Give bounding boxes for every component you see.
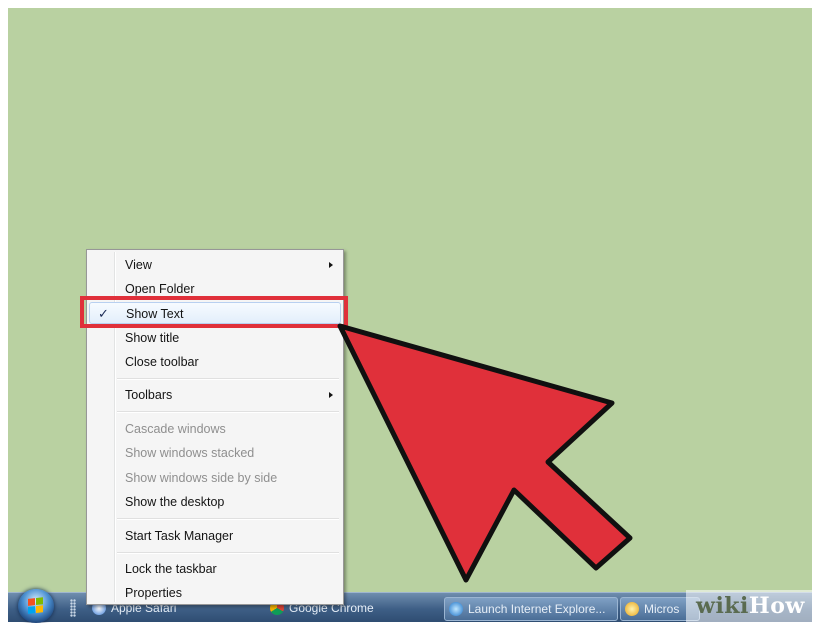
taskbar-button-label: Launch Internet Explore... <box>468 602 606 616</box>
internet-explorer-icon <box>449 602 463 616</box>
wikihow-watermark: wikiHow <box>686 590 812 622</box>
menu-item-label: Close toolbar <box>125 355 199 369</box>
menu-item-label: Lock the taskbar <box>125 562 217 576</box>
menu-item-label: Start Task Manager <box>125 529 234 543</box>
taskbar-button-internet-explorer[interactable]: Launch Internet Explore... <box>444 597 618 621</box>
menu-item-label: Properties <box>125 586 182 600</box>
taskbar-button-label: Micros <box>644 602 680 616</box>
menu-item-view[interactable]: View <box>89 254 341 276</box>
submenu-arrow-icon <box>329 262 333 268</box>
menu-item-label: Show windows side by side <box>125 471 278 485</box>
menu-item-label: Show windows stacked <box>125 446 255 460</box>
windows-logo-icon <box>28 597 44 615</box>
menu-item-start-task-manager[interactable]: Start Task Manager <box>89 525 341 547</box>
menu-separator <box>117 552 339 554</box>
annotation-highlight-box <box>80 296 348 328</box>
menu-item-label: Toolbars <box>125 388 173 402</box>
menu-item-properties[interactable]: Properties <box>89 582 341 604</box>
menu-separator <box>117 411 339 413</box>
start-button[interactable] <box>18 589 54 623</box>
menu-item-cascade-windows: Cascade windows <box>89 418 341 440</box>
watermark-wiki: wiki <box>696 593 749 619</box>
microsoft-icon <box>625 602 639 616</box>
menu-item-show-title[interactable]: Show title <box>89 327 341 349</box>
submenu-arrow-icon <box>329 392 333 398</box>
toolbar-grip-handle[interactable] <box>70 599 76 617</box>
menu-separator <box>117 518 339 520</box>
menu-separator <box>117 378 339 380</box>
menu-item-show-the-desktop[interactable]: Show the desktop <box>89 491 341 513</box>
menu-item-label: View <box>125 258 152 272</box>
menu-item-lock-the-taskbar[interactable]: Lock the taskbar <box>89 558 341 580</box>
menu-item-close-toolbar[interactable]: Close toolbar <box>89 351 341 373</box>
watermark-how: How <box>748 593 805 619</box>
menu-item-label: Cascade windows <box>125 422 226 436</box>
menu-item-show-windows-side-by-side: Show windows side by side <box>89 467 341 489</box>
menu-item-show-windows-stacked: Show windows stacked <box>89 442 341 464</box>
menu-item-label: Show the desktop <box>125 495 225 509</box>
menu-item-label: Show title <box>125 331 180 345</box>
menu-item-toolbars[interactable]: Toolbars <box>89 384 341 406</box>
